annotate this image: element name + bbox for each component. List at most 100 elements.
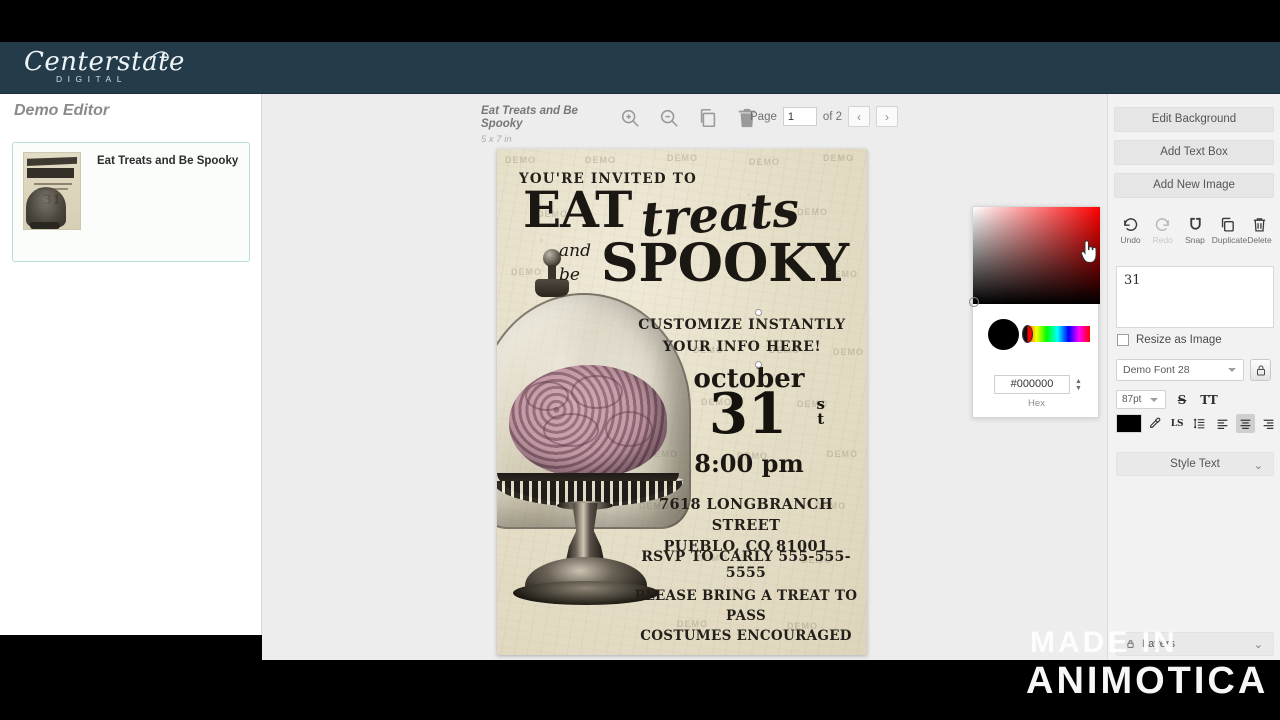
mouse-cursor-pointer-icon (1080, 240, 1097, 263)
zoom-in-icon[interactable] (619, 107, 641, 129)
pager-total: of 2 (822, 110, 843, 123)
chevron-down-icon: ⌄ (1253, 639, 1263, 651)
page-number-input[interactable] (782, 107, 817, 126)
zoom-out-icon[interactable] (658, 107, 680, 129)
strikethrough-button[interactable]: S (1171, 390, 1193, 409)
logo-swirl-icon (149, 51, 169, 62)
align-center-button[interactable] (1235, 414, 1256, 433)
document-title: Eat Treats and Be Spooky (481, 105, 578, 130)
letterbox-top (0, 0, 1280, 42)
snap-label: Snap (1185, 235, 1205, 245)
selection-handle[interactable] (755, 309, 762, 316)
line-spacing-button[interactable] (1190, 414, 1210, 433)
color-picker-popup[interactable]: #000000 ▲ ▼ Hex (969, 206, 1100, 418)
design-canvas[interactable]: DEMO DEMO DEMO DEMO DEMO DEMO DEMO DEMO … (497, 149, 867, 655)
font-family-value: Demo Font 28 (1123, 364, 1190, 376)
add-text-box-button[interactable]: Add Text Box (1114, 140, 1274, 165)
customize-line-2: YOUR INFO HERE! (662, 339, 822, 355)
address-text[interactable]: 7618 LONGBRANCH STREET PUEBLO, CO 81001 (631, 494, 861, 557)
add-new-image-button[interactable]: Add New Image (1114, 173, 1274, 198)
text-content-input[interactable]: 31 (1116, 266, 1274, 328)
day-suffix-t: t (817, 410, 825, 428)
snap-magnet-icon (1189, 217, 1201, 230)
and-text[interactable]: and (559, 241, 591, 261)
hex-label: Hex (1028, 398, 1045, 409)
editing-actions: Undo Redo Snap Duplicate Delete (1115, 216, 1275, 245)
time-text[interactable]: 8:00 pm (649, 449, 849, 478)
snap-button[interactable]: Snap (1180, 216, 1211, 245)
style-text-section[interactable]: Style Text ⌄ (1116, 452, 1274, 476)
list-item-label: Eat Treats and Be Spooky (97, 155, 239, 167)
font-size-row: 87pt S TT (1116, 390, 1274, 409)
watermark-animotica: ANIMOTICA (1026, 660, 1269, 702)
eyedropper-button[interactable] (1145, 414, 1165, 433)
delete-label: Delete (1247, 235, 1272, 245)
chevron-down-icon (1228, 368, 1236, 372)
resize-as-image-checkbox[interactable] (1117, 334, 1129, 346)
be-text[interactable]: be (559, 265, 580, 285)
bring-treat-text[interactable]: PLEASE BRING A TREAT TO PASS COSTUMES EN… (631, 586, 861, 646)
selection-handle[interactable] (755, 361, 762, 368)
project-thumbnail: 31 (23, 152, 81, 230)
prev-page-button[interactable]: ‹ (848, 106, 871, 127)
lock-icon (1256, 368, 1265, 375)
app-root: Centerstate DIGITAL Demo Editor 31 Eat T… (0, 0, 1280, 720)
chevron-down-icon (1150, 398, 1158, 402)
spooky-text[interactable]: SPOOKY (601, 233, 849, 294)
next-page-button[interactable]: › (876, 106, 899, 127)
delete-button[interactable]: Delete (1244, 216, 1275, 245)
lock-aspect-button[interactable] (1250, 359, 1271, 381)
duplicate-icon (1223, 220, 1234, 232)
document-meta: Eat Treats and Be Spooky 5 x 7 in (481, 105, 591, 145)
chevron-right-icon: › (885, 109, 890, 124)
bring-line-2: COSTUMES ENCOURAGED (640, 628, 852, 644)
customize-line-1: CUSTOMIZE INSTANTLY (638, 317, 846, 333)
eat-text[interactable]: EAT (523, 185, 632, 235)
hue-slider[interactable] (1025, 326, 1090, 342)
duplicate-label: Duplicate (1211, 235, 1248, 245)
saturation-value-handle[interactable] (969, 297, 979, 307)
bring-line-1: PLEASE BRING A TREAT TO PASS (634, 588, 858, 624)
customize-text[interactable]: CUSTOMIZE INSTANTLY YOUR INFO HERE! (627, 314, 857, 358)
properties-panel: Edit Background Add Text Box Add New Ima… (1107, 94, 1280, 660)
document-size: 5 x 7 in (481, 134, 512, 145)
rsvp-text[interactable]: RSVP TO CARLY 555-555-5555 (631, 549, 861, 581)
undo-label: Undo (1120, 235, 1141, 245)
sidebar: Demo Editor 31 Eat Treats and Be Spooky … (0, 94, 262, 635)
duplicate-icon[interactable] (697, 107, 719, 129)
app-header: Centerstate DIGITAL (0, 42, 1280, 94)
undo-button[interactable]: Undo (1115, 216, 1146, 245)
align-left-button[interactable] (1213, 414, 1233, 433)
align-right-button[interactable] (1258, 414, 1278, 433)
list-item[interactable]: 31 Eat Treats and Be Spooky (12, 142, 250, 262)
hex-stepper[interactable]: ▲ ▼ (1074, 374, 1083, 395)
resize-as-image-label: Resize as Image (1136, 334, 1222, 346)
stepper-up-icon: ▲ (1075, 377, 1082, 385)
hex-color-input[interactable]: #000000 (994, 375, 1070, 394)
invitation-text-layer: YOU'RE INVITED TO EAT treats and be SPOO… (497, 149, 867, 655)
day-text[interactable]: 31 (663, 384, 833, 444)
font-family-select[interactable]: Demo Font 28 (1116, 359, 1244, 381)
eyedropper-icon (1154, 417, 1161, 424)
letter-spacing-label: LS (1170, 418, 1184, 429)
page-title: Demo Editor (14, 102, 110, 119)
duplicate-button[interactable]: Duplicate (1211, 216, 1248, 245)
font-size-select[interactable]: 87pt (1116, 390, 1166, 409)
font-size-value: 87pt (1122, 394, 1142, 405)
font-row: Demo Font 28 (1116, 359, 1274, 381)
canvas-toolbar (619, 107, 758, 129)
day-suffix-text[interactable]: s t (817, 397, 825, 427)
style-text-label: Style Text (1170, 458, 1220, 470)
pager-label: Page (750, 110, 777, 123)
hue-slider-handle[interactable] (1022, 325, 1033, 343)
text-color-swatch[interactable] (1116, 414, 1142, 433)
resize-as-image-row[interactable]: Resize as Image (1117, 334, 1222, 346)
edit-background-button[interactable]: Edit Background (1114, 107, 1274, 132)
color-preview-swatch (988, 319, 1019, 350)
capitalize-button[interactable]: TT (1198, 390, 1220, 409)
line-spacing-icon (1194, 418, 1198, 429)
redo-button[interactable]: Redo (1147, 216, 1178, 245)
pager: Page of 2 ‹ › (750, 106, 899, 127)
letter-spacing-button[interactable]: LS (1167, 414, 1187, 433)
address-line-1: 7618 LONGBRANCH STREET (659, 496, 833, 534)
